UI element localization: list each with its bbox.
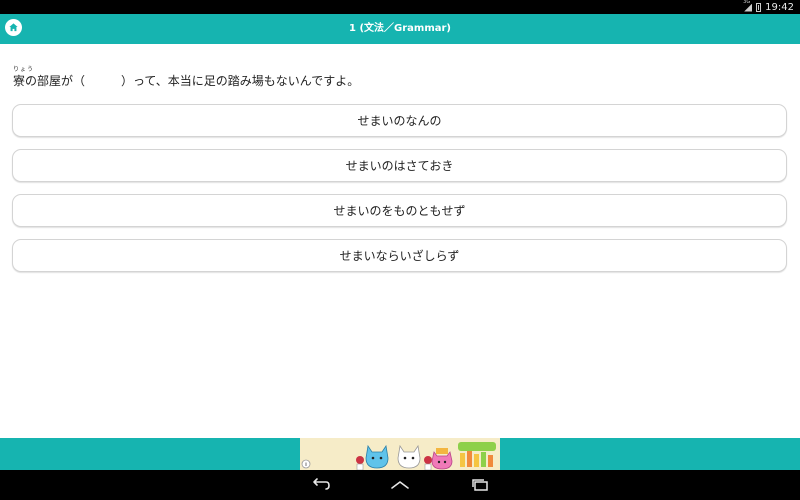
recent-apps-button[interactable] [469, 477, 491, 493]
ad-banner[interactable] [300, 438, 500, 470]
answer-option-1[interactable]: せまいのなんの [12, 104, 787, 137]
status-icons: 3G 19:42 [743, 0, 794, 14]
answer-option-2[interactable]: せまいのはさておき [12, 149, 787, 182]
answer-option-3[interactable]: せまいのをものともせず [12, 194, 787, 227]
home-icon [391, 481, 409, 489]
page-title: 1 (文法／Grammar) [349, 23, 451, 34]
status-bar: 3G 19:42 [0, 0, 800, 14]
navigation-bar [0, 470, 800, 500]
app-screen: 3G 19:42 1 (文法／Grammar) りょう 寮の部屋が（ ）って、本… [0, 0, 800, 500]
back-icon [313, 478, 330, 490]
status-clock: 19:42 [765, 1, 794, 13]
ad-illustration [300, 438, 500, 470]
question: りょう 寮の部屋が（ ）って、本当に足の踏み場もないんですよ。 [13, 66, 773, 89]
question-text: 寮の部屋が（ ）って、本当に足の踏み場もないんですよ。 [13, 74, 360, 88]
signal-icon: 3G [743, 0, 753, 12]
back-button[interactable] [309, 477, 331, 493]
ad-info-icon[interactable] [302, 460, 310, 468]
action-bar: 1 (文法／Grammar) [0, 14, 800, 44]
nav-home-button[interactable] [389, 477, 411, 493]
answer-option-4[interactable]: せまいならいざしらず [12, 239, 787, 272]
recent-apps-icon [472, 479, 488, 491]
question-ruby: りょう [13, 66, 35, 73]
network-type-label: 3G [743, 0, 751, 5]
ad-bar [0, 438, 800, 470]
battery-icon [756, 2, 762, 12]
